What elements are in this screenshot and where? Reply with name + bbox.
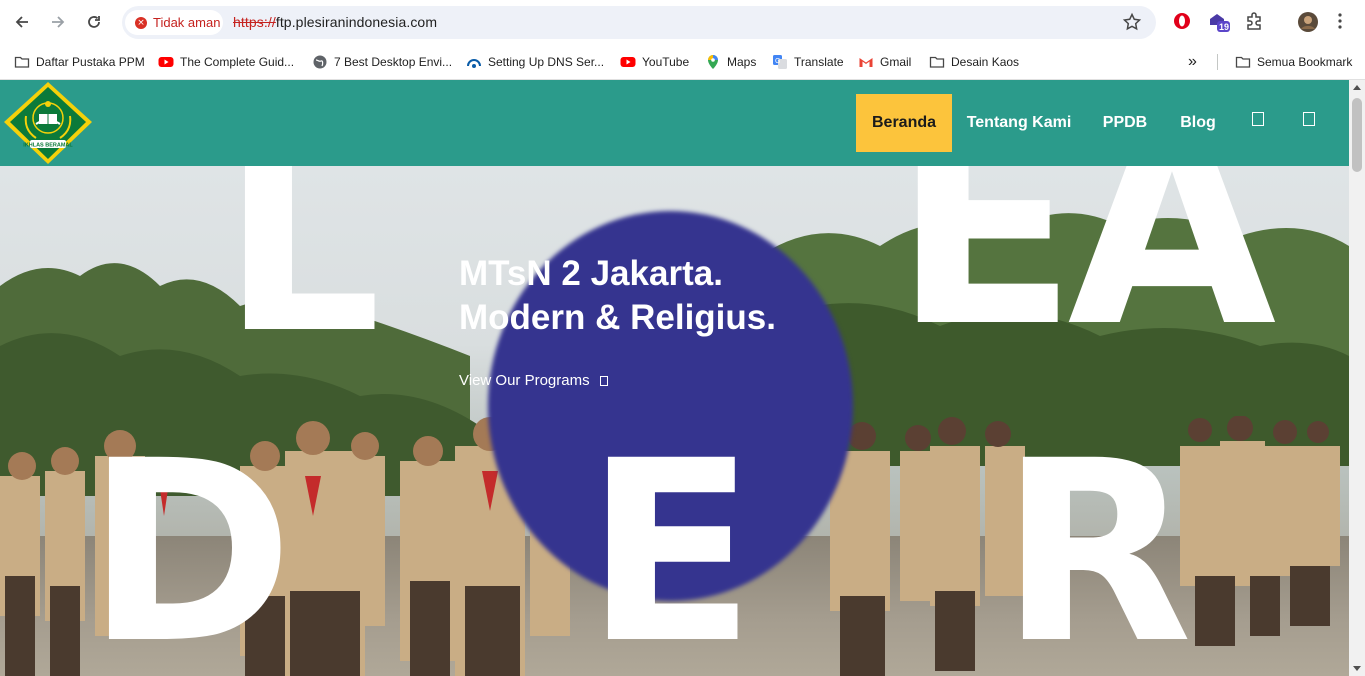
nav-tentang-kami[interactable]: Tentang Kami (960, 94, 1078, 152)
hero-letter-d: D (86, 407, 294, 676)
profile-avatar[interactable] (1297, 11, 1319, 33)
scroll-down-arrow-icon[interactable] (1353, 666, 1361, 672)
site-header: IKHLAS BERAMAL Beranda Tentang Kami PPDB… (0, 80, 1349, 166)
bookmark-translate[interactable]: G Translate (772, 52, 844, 72)
hero-letter-e: E (585, 407, 756, 676)
browser-toolbar: × Tidak aman https://ftp.plesiranindones… (0, 0, 1365, 44)
bookmark-label: Maps (727, 55, 757, 69)
view-programs-label: View Our Programs (459, 372, 590, 389)
bookmark-star-icon[interactable] (1122, 12, 1142, 32)
folder-icon (929, 56, 945, 68)
bookmarks-bar: Daftar Pustaka PPM The Complete Guid... … (0, 44, 1365, 80)
digitalocean-icon (467, 59, 481, 68)
hero-letter-l: L (222, 166, 382, 388)
maps-icon (708, 55, 718, 69)
bookmarks-overflow-chevron-icon[interactable]: » (1188, 52, 1197, 72)
folder-icon (1235, 56, 1251, 68)
not-secure-icon: × (135, 16, 147, 29)
url-scheme: https:// (233, 14, 276, 30)
site-logo[interactable]: IKHLAS BERAMAL (0, 80, 96, 166)
back-arrow-icon (15, 16, 28, 28)
bookmark-label: 7 Best Desktop Envi... (334, 55, 453, 69)
bookmark-gmail[interactable]: Gmail (858, 52, 911, 72)
all-bookmarks-label: Semua Bookmark (1257, 55, 1353, 69)
security-label: Tidak aman (153, 15, 221, 30)
bookmark-youtube[interactable]: YouTube (620, 52, 689, 72)
folder-icon (14, 56, 30, 68)
scroll-up-arrow-icon[interactable] (1353, 84, 1361, 90)
gmail-icon (859, 58, 873, 67)
bookmark-label: YouTube (642, 55, 690, 69)
address-bar[interactable]: × Tidak aman https://ftp.plesiranindones… (122, 6, 1156, 39)
all-bookmarks[interactable]: Semua Bookmark (1235, 52, 1352, 72)
page-scrollbar[interactable] (1349, 80, 1365, 676)
reload-button[interactable] (82, 10, 106, 34)
youtube-icon (158, 57, 174, 67)
bookmark-label: Desain Kaos (951, 55, 1020, 69)
bookmark-label: The Complete Guid... (180, 55, 295, 69)
hero-letter-r: R (1000, 407, 1193, 676)
nav-beranda[interactable]: Beranda (856, 94, 952, 152)
extension-badge-count: 19 (1219, 22, 1230, 32)
hero-section: L EA D E R MTsN 2 Jakarta. Modern & Reli… (0, 166, 1349, 676)
youtube-icon (620, 57, 636, 67)
extensions-puzzle-icon[interactable] (1244, 11, 1266, 33)
scrollbar-thumb[interactable] (1352, 98, 1362, 172)
logo-text: IKHLAS BERAMAL (23, 143, 73, 149)
bookmark-daftar-pustaka[interactable]: Daftar Pustaka PPM (14, 52, 145, 72)
bookmark-dns-setup[interactable]: Setting Up DNS Ser... (466, 52, 604, 72)
url-host: ftp.plesiranindonesia.com (275, 14, 438, 30)
hero-title-line2: Modern & Religius. (459, 298, 776, 337)
opera-extension-icon[interactable] (1172, 11, 1194, 33)
globe-icon (313, 55, 327, 69)
forward-arrow-icon (52, 16, 65, 28)
translate-icon: G (773, 55, 787, 69)
svg-text:G: G (775, 58, 780, 65)
cart-icon[interactable] (1303, 112, 1315, 126)
bookmark-label: Daftar Pustaka PPM (36, 55, 145, 69)
hero-title: MTsN 2 Jakarta. Modern & Religius. (459, 252, 776, 340)
bookmark-label: Translate (794, 55, 844, 69)
back-button[interactable] (10, 10, 34, 34)
menu-kebab-icon[interactable] (1330, 11, 1352, 33)
hero-letter-ea: EA (893, 166, 1276, 386)
hero-title-line1: MTsN 2 Jakarta. (459, 254, 723, 293)
nav-blog[interactable]: Blog (1172, 94, 1224, 152)
search-icon[interactable] (1252, 112, 1264, 126)
bookmark-desktop-env[interactable]: 7 Best Desktop Envi... (312, 52, 452, 72)
reload-icon (88, 16, 100, 28)
url-text[interactable]: https://ftp.plesiranindonesia.com (233, 14, 437, 30)
bookmark-label: Gmail (880, 55, 912, 69)
forward-button[interactable] (46, 10, 70, 34)
web-page: IKHLAS BERAMAL Beranda Tentang Kami PPDB… (0, 80, 1349, 676)
bookmark-desain-kaos[interactable]: Desain Kaos (929, 52, 1019, 72)
bookmark-label: Setting Up DNS Ser... (488, 55, 605, 69)
arrow-right-icon (599, 375, 608, 386)
nav-ppdb[interactable]: PPDB (1094, 94, 1156, 152)
bookmark-complete-guide[interactable]: The Complete Guid... (158, 52, 294, 72)
bookmark-maps[interactable]: Maps (705, 52, 756, 72)
bookmarks-divider (1217, 54, 1218, 70)
extension-badge-icon[interactable]: 19 (1208, 11, 1230, 33)
security-chip[interactable]: × Tidak aman (125, 10, 223, 35)
view-programs-link[interactable]: View Our Programs (459, 372, 608, 389)
